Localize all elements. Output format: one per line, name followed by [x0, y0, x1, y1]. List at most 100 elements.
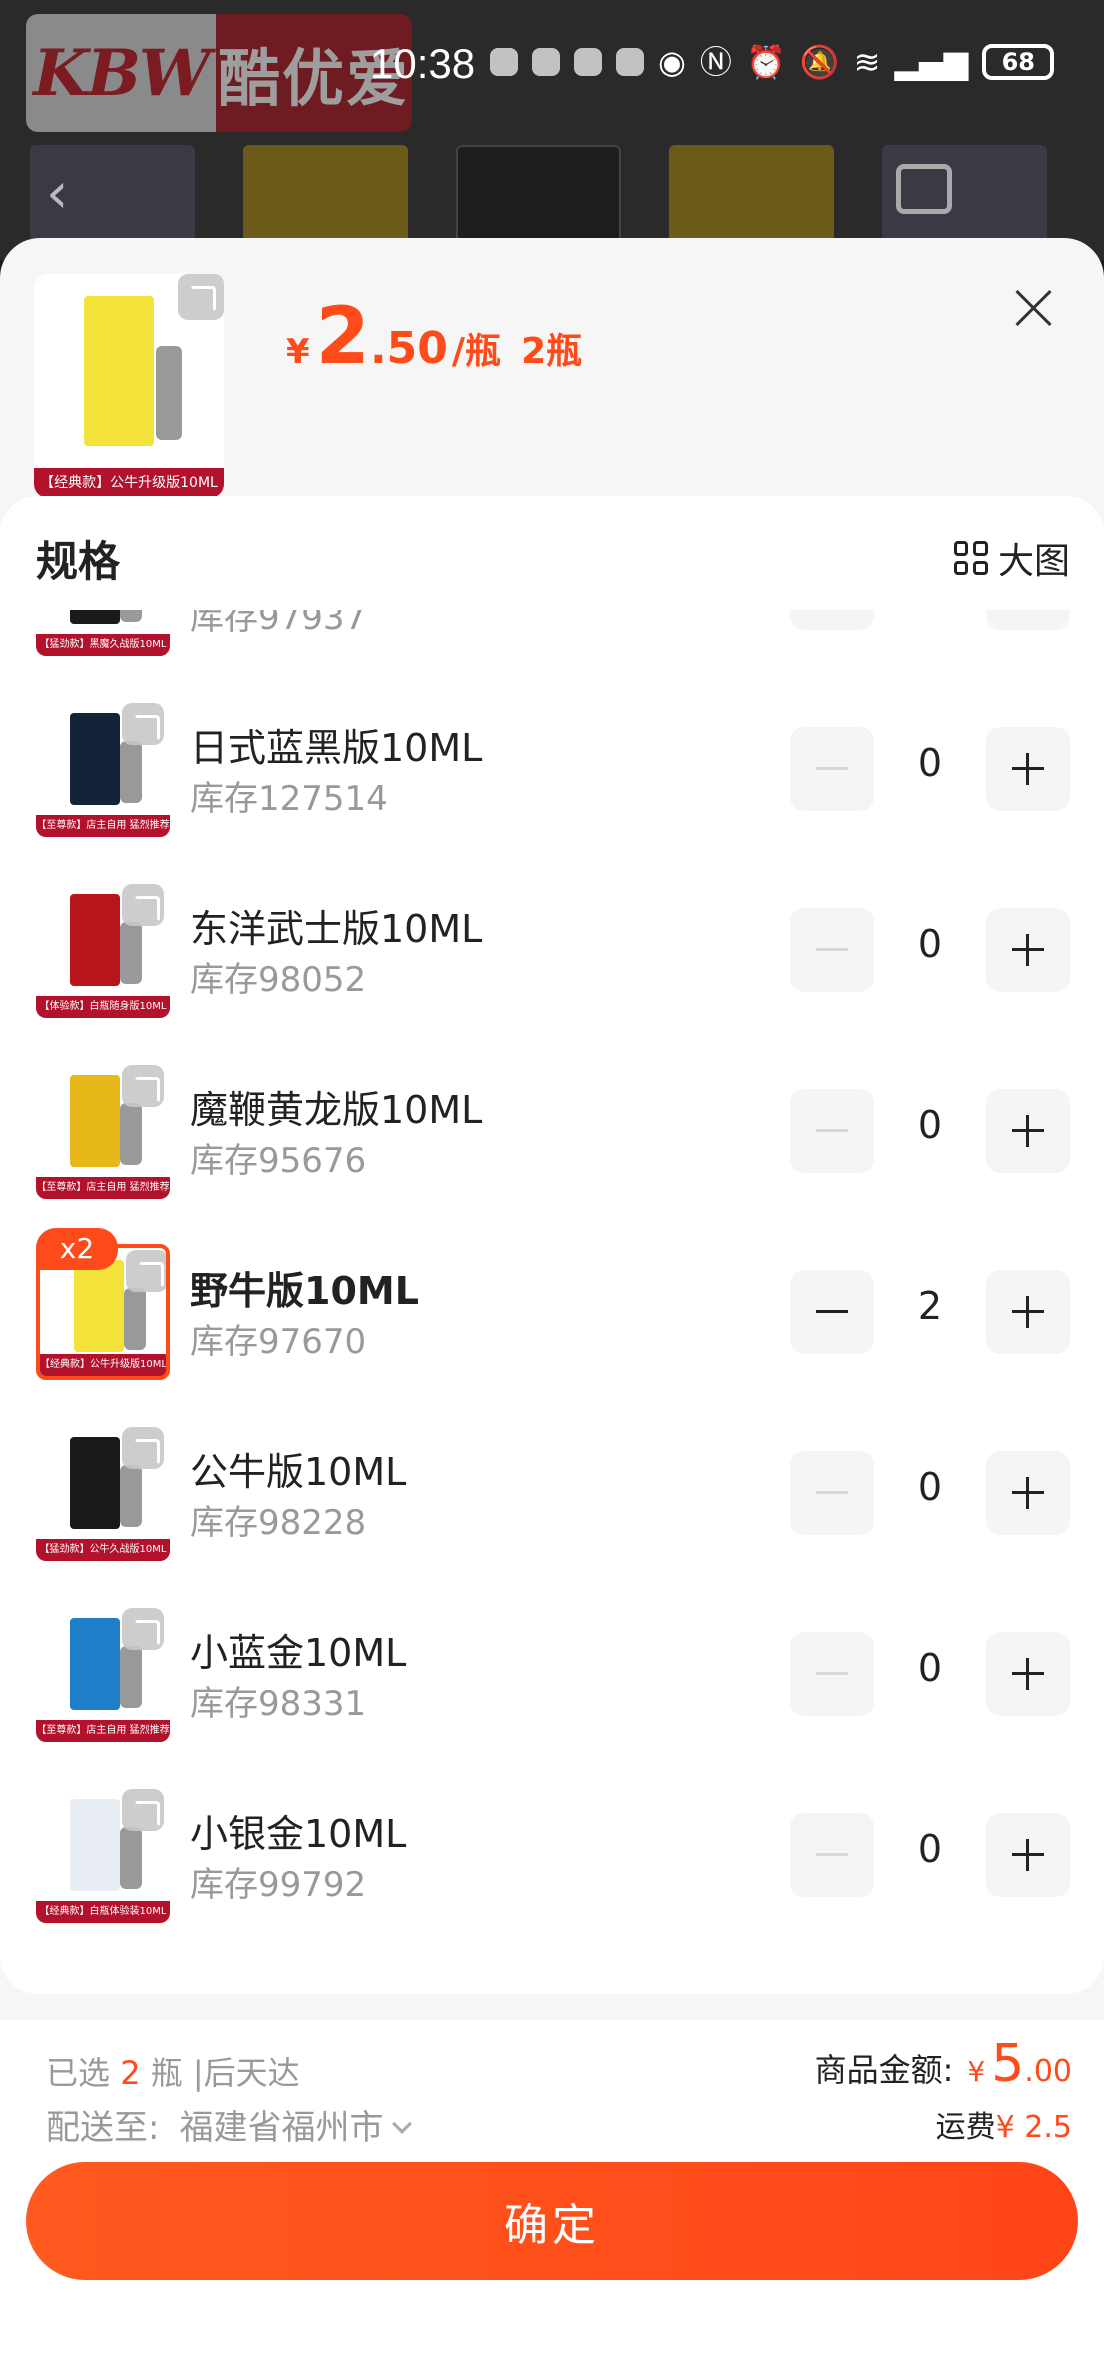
expand-image-icon[interactable]: [122, 884, 164, 926]
app-notification-icon: [532, 48, 560, 76]
expand-image-icon[interactable]: [178, 274, 224, 320]
thumbnail-caption: 【至尊款】店主自用 猛烈推荐: [36, 1177, 170, 1199]
price-currency: ¥: [286, 332, 310, 372]
share-icon: [896, 164, 952, 214]
product-bottle-image: [120, 1827, 142, 1889]
expand-image-icon[interactable]: [122, 1789, 164, 1831]
spec-name[interactable]: 魔鞭黄龙版10ML: [190, 1079, 482, 1134]
product-box-image: [70, 1799, 120, 1891]
increment-button[interactable]: [986, 1089, 1070, 1173]
quantity-value: 0: [917, 922, 943, 966]
price-integer: 2: [315, 292, 370, 382]
spec-stock: 库存127514: [190, 779, 388, 819]
product-bottle-image: [124, 1288, 146, 1350]
decrement-button[interactable]: [790, 1270, 874, 1354]
thumbnail-caption: 【经典款】公牛升级版10ML: [34, 468, 224, 498]
spec-name[interactable]: 日式蓝黑版10ML: [190, 717, 482, 772]
spec-thumbnail[interactable]: 【猛劲款】公牛久战版10ML: [36, 1425, 170, 1561]
spec-row: 【至尊款】店主自用 猛烈推荐 小蓝金10ML 库存98331 0: [0, 1606, 1104, 1788]
expand-image-icon[interactable]: [122, 703, 164, 745]
ship-label: 配送至:: [46, 2108, 160, 2148]
big-view-toggle[interactable]: 大图: [953, 532, 1070, 584]
spec-stock: 库存98228: [190, 1503, 367, 1543]
price-unit: /瓶: [451, 331, 502, 372]
decrement-button[interactable]: [790, 1632, 874, 1716]
amount-label: 商品金额:: [814, 2051, 954, 2089]
expand-image-icon[interactable]: [122, 1608, 164, 1650]
increment-button[interactable]: [986, 1451, 1070, 1535]
status-time: 10:38: [370, 40, 476, 87]
spec-name[interactable]: 小银金10ML: [190, 1803, 406, 1858]
status-bar: 10:38 ◉ Ⓝ ⏰ 🔕 ≋ ▂▄▆ 68: [0, 0, 1104, 136]
spec-name[interactable]: 小蓝金10ML: [190, 1622, 406, 1677]
wifi-icon: ≋: [853, 43, 881, 81]
selection-prefix: 已选: [46, 2054, 111, 2092]
selection-suffix: 瓶 |后天达: [150, 2054, 300, 2092]
spec-thumbnail[interactable]: 【至尊款】店主自用 猛烈推荐: [36, 701, 170, 837]
freight: 运费¥ 2.5: [936, 2102, 1072, 2146]
increment-button[interactable]: [986, 1270, 1070, 1354]
spec-row: 【至尊款】店主自用 猛烈推荐 魔鞭黄龙版10ML 库存95676 0: [0, 1063, 1104, 1245]
app-notification-icon: [616, 48, 644, 76]
sheet-header: 【经典款】公牛升级版10ML ¥ 2 .50 /瓶 2瓶: [0, 238, 1104, 498]
amount-currency: ¥: [967, 2055, 986, 2088]
confirm-button[interactable]: 确定: [26, 2162, 1078, 2280]
product-box-image: [70, 1437, 120, 1529]
goods-amount: 商品金额: ¥ 5 .00: [815, 2034, 1072, 2094]
app-notification-icon: [574, 48, 602, 76]
product-box-image: [74, 1260, 124, 1352]
decrement-button[interactable]: [790, 1089, 874, 1173]
spec-row: 【体验款】白瓶随身版10ML 东洋武士版10ML 库存98052 0: [0, 882, 1104, 1064]
freight-label: 运费: [935, 2110, 996, 2145]
spec-row: 【经典款】白瓶体验装10ML 小银金10ML 库存99792 0: [0, 1787, 1104, 1969]
spec-stock: 库存95676: [190, 1141, 367, 1181]
decrement-button[interactable]: [790, 727, 874, 811]
product-bottle-image: [120, 1646, 142, 1708]
increment-button[interactable]: [986, 908, 1070, 992]
close-icon[interactable]: [1008, 282, 1060, 334]
spec-row: 【至尊款】店主自用 猛烈推荐 日式蓝黑版10ML 库存127514 0: [0, 701, 1104, 883]
spec-name[interactable]: 野牛版10ML: [190, 1260, 419, 1315]
spec-thumbnail[interactable]: 【体验款】白瓶随身版10ML: [36, 882, 170, 1018]
spec-stock: 库存99792: [190, 1865, 367, 1905]
big-view-label: 大图: [997, 541, 1070, 582]
thumbnail-caption: 【猛劲款】公牛久战版10ML: [36, 1539, 170, 1561]
selection-summary: 已选 2 瓶 |后天达: [46, 2048, 300, 2094]
spec-stock: 库存97670: [190, 1322, 367, 1362]
ship-address: 福建省福州市: [179, 2108, 384, 2148]
spec-thumbnail[interactable]: 【经典款】白瓶体验装10ML: [36, 1787, 170, 1923]
selected-count-badge: x2: [36, 1228, 118, 1270]
freight-value: ¥ 2.5: [995, 2110, 1072, 2145]
amount-integer: 5: [991, 2034, 1025, 2094]
spec-row: 【经典款】公牛升级版10ML x2 野牛版10ML 库存97670 2: [0, 1228, 1104, 1426]
increment-button[interactable]: [986, 1632, 1070, 1716]
battery-icon: 68: [982, 44, 1055, 80]
expand-image-icon[interactable]: [122, 1427, 164, 1469]
thumbnail-caption: 【经典款】白瓶体验装10ML: [36, 1901, 170, 1923]
increment-button[interactable]: [986, 1813, 1070, 1897]
eye-icon: ◉: [658, 43, 686, 81]
thumbnail-caption: 【经典款】公牛升级版10ML: [40, 1354, 166, 1376]
status-icons: ◉ Ⓝ ⏰ 🔕 ≋ ▂▄▆ 68: [490, 43, 1055, 81]
decrement-button[interactable]: [790, 1451, 874, 1535]
spec-row: 【猛劲款】公牛久战版10ML 公牛版10ML 库存98228 0: [0, 1425, 1104, 1607]
quantity-value: 2: [917, 1284, 943, 1328]
spec-stock: 库存98331: [190, 1684, 367, 1724]
spec-name[interactable]: 东洋武士版10ML: [190, 898, 482, 953]
spec-name[interactable]: 公牛版10ML: [190, 1441, 406, 1496]
increment-button[interactable]: [986, 727, 1070, 811]
unit-price: ¥ 2 .50 /瓶 2瓶: [286, 298, 582, 376]
product-bottle-image: [120, 741, 142, 803]
selected-quantity: 2瓶: [521, 331, 583, 372]
product-box-image: [70, 894, 120, 986]
decrement-button[interactable]: [790, 1813, 874, 1897]
decrement-button[interactable]: [790, 908, 874, 992]
product-bottle-image: [120, 1103, 142, 1165]
spec-thumbnail[interactable]: 【至尊款】店主自用 猛烈推荐: [36, 1063, 170, 1199]
spec-thumbnail[interactable]: 【至尊款】店主自用 猛烈推荐: [36, 1606, 170, 1742]
checkout-footer: 已选 2 瓶 |后天达 配送至: 福建省福州市 商品金额: ¥ 5 .00 运费¥…: [0, 2020, 1104, 2376]
shipping-destination[interactable]: 配送至: 福建省福州市: [46, 2100, 413, 2149]
product-bottle-image: [120, 922, 142, 984]
expand-image-icon[interactable]: [126, 1250, 166, 1292]
expand-image-icon[interactable]: [122, 1065, 164, 1107]
